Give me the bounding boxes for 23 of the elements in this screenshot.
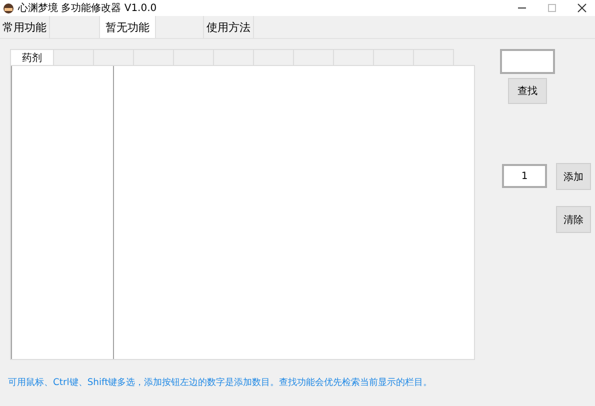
hint-text: 可用鼠标、Ctrl键、Shift键多选，添加按钮左边的数字是添加数目。查找功能会优先检索当前显示的栏目。 — [7, 376, 434, 390]
blank-tab[interactable] — [134, 49, 174, 65]
blank-tab[interactable] — [414, 49, 454, 65]
item-list[interactable] — [11, 66, 114, 359]
blank-tab[interactable] — [94, 49, 134, 65]
blank-tab[interactable] — [54, 49, 94, 65]
search-button[interactable]: 查找 — [508, 78, 547, 104]
blank-tab[interactable] — [174, 49, 214, 65]
blank-tab[interactable] — [254, 49, 294, 65]
tab[interactable]: 常用功能 — [0, 16, 50, 38]
add-button[interactable]: 添加 — [556, 163, 591, 190]
clear-button[interactable]: 清除 — [556, 206, 591, 233]
tab[interactable]: 使用方法 — [204, 16, 254, 38]
app-icon — [3, 2, 14, 14]
search-field[interactable] — [500, 49, 555, 74]
tab[interactable]: 暂无功能 — [100, 16, 156, 38]
blank-tab[interactable] — [334, 49, 374, 65]
blank-tab[interactable] — [374, 49, 414, 65]
category-tab[interactable]: 药剂 — [10, 49, 54, 65]
blank-tab[interactable] — [294, 49, 334, 65]
blank-tab[interactable] — [214, 49, 254, 65]
count-field[interactable]: 1 — [502, 164, 547, 188]
window-title: 心渊梦境 多功能修改器 V1.0.0 — [18, 2, 158, 15]
